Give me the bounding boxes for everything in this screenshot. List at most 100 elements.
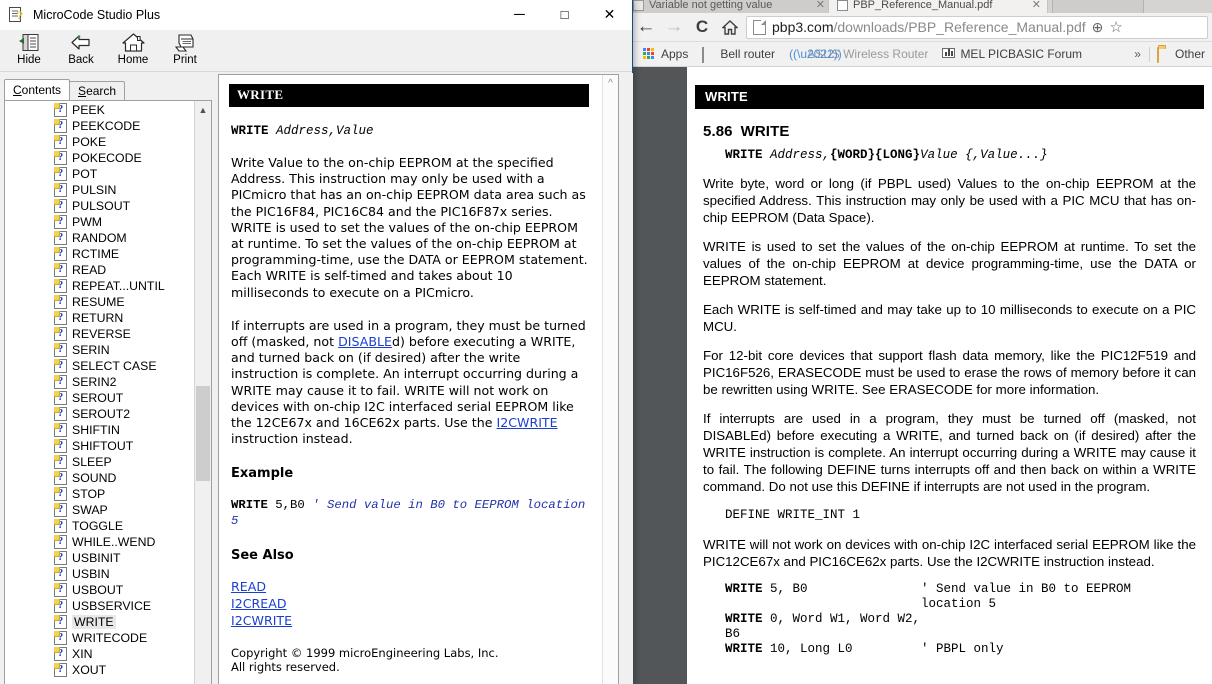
help-see-also-links: READ I2CREAD I2CWRITE (231, 578, 589, 629)
tree-item[interactable]: PEEKCODE (6, 118, 186, 134)
home-button[interactable]: Home (107, 30, 159, 67)
pdf-page: WRITE 5.86WRITE WRITE Address,{WORD}{LON… (687, 67, 1212, 684)
news-icon (633, 0, 644, 11)
link-disable[interactable]: DISABLE (338, 334, 392, 349)
tree-item[interactable]: SLEEP (6, 454, 186, 470)
tree-item[interactable]: SHIFTIN (6, 422, 186, 438)
forward-arrow-icon[interactable]: → (660, 13, 688, 41)
tree-item[interactable]: PWM (6, 214, 186, 230)
bookmarks-overflow-button[interactable]: » (1126, 47, 1149, 61)
home-icon[interactable] (716, 13, 744, 41)
help-topic-icon (54, 647, 67, 661)
reload-icon[interactable]: C (688, 13, 716, 41)
tree-item[interactable]: USBIN (6, 566, 186, 582)
browser-tab-2[interactable]: PBP_Reference_Manual.pdf ✕ (828, 0, 1048, 13)
tree-item[interactable]: SERIN2 (6, 374, 186, 390)
tree-item[interactable]: XIN (6, 646, 186, 662)
tree-item[interactable]: USBSERVICE (6, 598, 186, 614)
tree-item[interactable]: XOUT (6, 662, 186, 678)
tree-item[interactable]: REPEAT...UNTIL (6, 278, 186, 294)
tree-item[interactable]: PULSIN (6, 182, 186, 198)
tree-item[interactable]: POT (6, 166, 186, 182)
pdf-viewer[interactable]: WRITE 5.86WRITE WRITE Address,{WORD}{LON… (632, 67, 1212, 684)
maximize-button[interactable]: □ (542, 0, 587, 29)
back-button[interactable]: Back (55, 30, 107, 67)
pdf-example-code-2 (725, 597, 921, 612)
browser-toolbar: ← → C pbp3.com/downloads/PBP_Reference_M… (632, 13, 1212, 42)
print-button[interactable]: Print (159, 30, 211, 67)
bookmark-bell-router[interactable]: Bell router (695, 44, 782, 65)
tree-item[interactable]: SHIFTOUT (6, 438, 186, 454)
tree-item[interactable]: WHILE..WEND (6, 534, 186, 550)
help-topic-icon (54, 407, 67, 421)
contents-tree-scrollbar[interactable]: ▲ ▼ (194, 101, 211, 684)
zoom-icon[interactable]: ⊕ (1092, 19, 1104, 36)
scroll-up-icon[interactable]: ^ (603, 75, 618, 92)
tree-item[interactable]: POKECODE (6, 150, 186, 166)
pdf-example-code-3: WRITE 0, Word W1, Word W2, B6 (725, 612, 921, 642)
close-icon[interactable]: ✕ (1032, 0, 1041, 11)
back-arrow-icon (70, 31, 92, 54)
bookmark-asus-router[interactable]: ((\u2022)) ASUS Wireless Router (782, 44, 935, 65)
tab-search[interactable]: Search (69, 81, 125, 100)
tree-item[interactable]: SERIN (6, 342, 186, 358)
tree-item[interactable]: RETURN (6, 310, 186, 326)
link-i2cread[interactable]: I2CREAD (231, 595, 589, 612)
pdf-paragraph-3: Each WRITE is self-timed and may take up… (703, 301, 1196, 335)
tree-item[interactable]: RESUME (6, 294, 186, 310)
link-i2cwrite[interactable]: I2CWRITE (231, 612, 589, 629)
tree-item[interactable]: WRITE (6, 614, 186, 630)
tree-item[interactable]: RANDOM (6, 230, 186, 246)
close-icon[interactable]: ✕ (816, 0, 825, 11)
address-bar[interactable]: pbp3.com/downloads/PBP_Reference_Manual.… (746, 16, 1208, 39)
link-read[interactable]: READ (231, 578, 589, 595)
tree-item[interactable]: WRITECODE (6, 630, 186, 646)
tree-item[interactable]: SELECT CASE (6, 358, 186, 374)
browser-tab-1[interactable]: Variable not getting value ✕ (632, 0, 832, 13)
tree-item-label: POKECODE (72, 151, 142, 165)
pdf-example-row: WRITE 5, B0 ' Send value in B0 to EEPROM (725, 582, 1196, 597)
tree-item-label: POKE (72, 135, 106, 149)
tree-item[interactable]: READ (6, 262, 186, 278)
pdf-example-args-4: 10, Long L0 (763, 642, 853, 656)
tab-contents[interactable]: Contents (4, 79, 70, 100)
tree-item[interactable]: POKE (6, 134, 186, 150)
help-scrollbar[interactable]: ^ (602, 75, 618, 684)
url-path: /downloads/PBP_Reference_Manual.pdf (833, 19, 1085, 35)
tree-item[interactable]: SEROUT (6, 390, 186, 406)
tree-item-label: RCTIME (72, 247, 119, 261)
bookmark-mel-forum[interactable]: MEL PICBASIC Forum (935, 44, 1089, 65)
browser-tab-3[interactable] (1052, 0, 1144, 13)
tab-contents-label: ontents (22, 83, 61, 97)
tree-item[interactable]: PEEK (6, 102, 186, 118)
window-titlebar[interactable]: ? MicroCode Studio Plus ─ □ ✕ (0, 0, 632, 30)
tree-item[interactable]: REVERSE (6, 326, 186, 342)
tree-item[interactable]: SWAP (6, 502, 186, 518)
help-topic-icon (54, 215, 67, 229)
bookmark-apps-label: Apps (661, 47, 688, 61)
minimize-button[interactable]: ─ (497, 0, 542, 29)
help-topic-icon (54, 487, 67, 501)
tree-item[interactable]: PULSOUT (6, 198, 186, 214)
bookmark-star-icon[interactable]: ☆ (1109, 18, 1122, 36)
help-topic-icon (54, 167, 67, 181)
folder-icon (1157, 48, 1170, 61)
hide-button[interactable]: Hide (3, 30, 55, 67)
scroll-up-icon[interactable]: ▲ (195, 101, 211, 118)
tree-item[interactable]: STOP (6, 486, 186, 502)
scrollbar-thumb[interactable] (196, 386, 210, 481)
tree-item[interactable]: USBINIT (6, 550, 186, 566)
back-arrow-icon[interactable]: ← (632, 13, 660, 41)
bookmark-other-folder[interactable]: Other (1150, 44, 1212, 65)
tree-item[interactable]: SEROUT2 (6, 406, 186, 422)
tree-item[interactable]: RCTIME (6, 246, 186, 262)
pdf-syntax-word: {WORD} (830, 148, 875, 162)
close-button[interactable]: ✕ (587, 0, 632, 29)
tree-item[interactable]: TOGGLE (6, 518, 186, 534)
contents-tree[interactable]: PEEKPEEKCODEPOKE POKECODEPOTPULSINPULSOUT… (4, 100, 212, 684)
tree-item[interactable]: USBOUT (6, 582, 186, 598)
hide-panel-icon (19, 31, 40, 54)
bookmark-apps[interactable]: Apps (636, 44, 695, 65)
link-i2cwrite-inline[interactable]: I2CWRITE (496, 415, 557, 430)
tree-item[interactable]: SOUND (6, 470, 186, 486)
